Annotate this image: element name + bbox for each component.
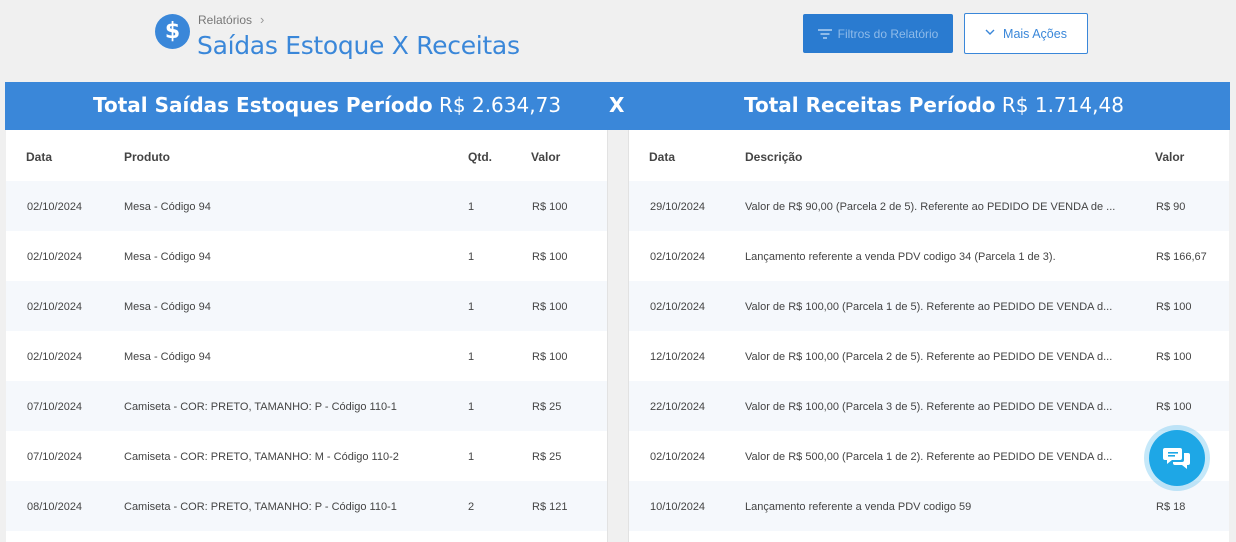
cell-description: Valor de R$ 100,00 (Parcela 3 de 5). Ref… bbox=[745, 401, 1113, 413]
cell-description: Valor de R$ 100,00 (Parcela 2 de 5). Ref… bbox=[745, 351, 1113, 363]
breadcrumb-link-reports[interactable]: Relatórios bbox=[198, 13, 252, 27]
cell-date: 08/10/2024 bbox=[27, 501, 83, 513]
cell-qty: 1 bbox=[468, 301, 475, 313]
cell-value: R$ 25 bbox=[532, 401, 562, 413]
table-row[interactable]: 07/10/2024 Camiseta - COR: PRETO, TAMANHO… bbox=[6, 381, 607, 431]
table-row[interactable]: 02/10/2024 Valor de R$ 500,00 (Parcela 1 … bbox=[629, 431, 1229, 481]
revenue-total: Total Receitas Período R$ 1.714,48 bbox=[744, 93, 1124, 117]
cell-value: R$ 100 bbox=[532, 201, 568, 213]
cell-value: R$ 90 bbox=[1156, 201, 1186, 213]
column-header-value[interactable]: Valor bbox=[531, 150, 560, 164]
column-header-date[interactable]: Data bbox=[26, 150, 52, 164]
column-header-description[interactable]: Descrição bbox=[745, 150, 802, 164]
chevron-down-icon bbox=[985, 28, 995, 39]
revenue-total-label: Total Receitas Período bbox=[744, 93, 996, 117]
table-row[interactable]: 02/10/2024 Lançamento referente a venda P… bbox=[629, 231, 1229, 281]
cell-value: R$ 100 bbox=[532, 301, 568, 313]
cell-product: Mesa - Código 94 bbox=[124, 201, 211, 213]
cell-date: 02/10/2024 bbox=[650, 451, 706, 463]
cell-date: 07/10/2024 bbox=[27, 401, 83, 413]
table-row[interactable]: 29/10/2024 Valor de R$ 90,00 (Parcela 2 d… bbox=[629, 181, 1229, 231]
page-header: $ Relatórios › Saídas Estoque X Receitas… bbox=[0, 0, 1236, 82]
cell-description: Lançamento referente a venda PDV codigo … bbox=[745, 251, 1056, 263]
cell-date: 10/10/2024 bbox=[650, 501, 706, 513]
cell-date: 02/10/2024 bbox=[27, 201, 83, 213]
report-filters-label: Filtros do Relatório bbox=[837, 26, 939, 41]
chevron-right-icon: › bbox=[260, 12, 265, 27]
cell-date: 02/10/2024 bbox=[27, 351, 83, 363]
cell-value: R$ 25 bbox=[532, 451, 562, 463]
page-title: Saídas Estoque X Receitas bbox=[197, 31, 520, 60]
cell-qty: 1 bbox=[468, 251, 475, 263]
stock-total-amount: R$ 2.634,73 bbox=[439, 93, 562, 117]
cell-date: 02/10/2024 bbox=[27, 301, 83, 313]
stock-total: Total Saídas Estoques Período R$ 2.634,7… bbox=[93, 93, 561, 117]
cell-qty: 1 bbox=[468, 401, 475, 413]
chat-icon bbox=[1149, 430, 1205, 486]
table-row[interactable]: 02/10/2024 Mesa - Código 94 1 R$ 100 bbox=[6, 281, 607, 331]
cell-value: R$ 121 bbox=[532, 501, 568, 513]
revenues-table: Data Descrição Valor 29/10/2024 Valor de … bbox=[629, 130, 1229, 542]
column-header-date[interactable]: Data bbox=[649, 150, 675, 164]
cell-date: 29/10/2024 bbox=[650, 201, 706, 213]
table-row[interactable]: 02/10/2024 Valor de R$ 100,00 (Parcela 1 … bbox=[629, 281, 1229, 331]
report-filters-button[interactable]: Filtros do Relatório bbox=[803, 14, 953, 53]
cell-date: 22/10/2024 bbox=[650, 401, 706, 413]
cell-date: 02/10/2024 bbox=[27, 251, 83, 263]
column-header-value[interactable]: Valor bbox=[1155, 150, 1184, 164]
cell-qty: 1 bbox=[468, 201, 475, 213]
cell-qty: 2 bbox=[468, 501, 475, 513]
cell-date: 12/10/2024 bbox=[650, 351, 706, 363]
stock-exits-table: Data Produto Qtd. Valor 02/10/2024 Mesa -… bbox=[6, 130, 607, 542]
table-row[interactable]: 07/10/2024 Camiseta - COR: PRETO, TAMANHO… bbox=[6, 431, 607, 481]
cell-value: R$ 100 bbox=[532, 251, 568, 263]
chat-button[interactable] bbox=[1144, 425, 1210, 491]
cell-product: Mesa - Código 94 bbox=[124, 301, 211, 313]
more-actions-button[interactable]: Mais Ações bbox=[964, 13, 1088, 54]
more-actions-label: Mais Ações bbox=[1003, 26, 1067, 41]
versus-separator: X bbox=[609, 93, 625, 117]
revenue-total-amount: R$ 1.714,48 bbox=[1001, 93, 1124, 117]
table-row[interactable]: 02/10/2024 Mesa - Código 94 1 R$ 100 bbox=[6, 181, 607, 231]
column-header-qty[interactable]: Qtd. bbox=[468, 150, 492, 164]
cell-description: Valor de R$ 500,00 (Parcela 1 de 2). Ref… bbox=[745, 451, 1113, 463]
stock-total-label: Total Saídas Estoques Período bbox=[93, 93, 433, 117]
table-header: Data Descrição Valor bbox=[629, 130, 1229, 181]
cell-product: Mesa - Código 94 bbox=[124, 251, 211, 263]
dollar-icon: $ bbox=[155, 14, 190, 49]
cell-value: R$ 166,67 bbox=[1156, 251, 1207, 263]
cell-value: R$ 100 bbox=[1156, 351, 1192, 363]
table-row[interactable]: 02/10/2024 Mesa - Código 94 1 R$ 100 bbox=[6, 231, 607, 281]
totals-banner: Total Saídas Estoques Período R$ 2.634,7… bbox=[5, 82, 1230, 130]
cell-product: Camiseta - COR: PRETO, TAMANHO: P - Códi… bbox=[124, 501, 397, 513]
cell-date: 07/10/2024 bbox=[27, 451, 83, 463]
cell-value: R$ 18 bbox=[1156, 501, 1186, 513]
cell-description: Valor de R$ 90,00 (Parcela 2 de 5). Refe… bbox=[745, 201, 1116, 213]
cell-product: Mesa - Código 94 bbox=[124, 351, 211, 363]
table-row[interactable]: 12/10/2024 Valor de R$ 100,00 (Parcela 2 … bbox=[629, 331, 1229, 381]
cell-date: 02/10/2024 bbox=[650, 251, 706, 263]
cell-value: R$ 100 bbox=[1156, 401, 1192, 413]
filter-icon bbox=[817, 28, 832, 39]
cell-date: 02/10/2024 bbox=[650, 301, 706, 313]
cell-qty: 1 bbox=[468, 451, 475, 463]
table-row[interactable]: 08/10/2024 Camiseta - COR: PRETO, TAMANHO… bbox=[6, 481, 607, 531]
cell-value: R$ 100 bbox=[1156, 301, 1192, 313]
table-row[interactable]: 22/10/2024 Valor de R$ 100,00 (Parcela 3 … bbox=[629, 381, 1229, 431]
table-header: Data Produto Qtd. Valor bbox=[6, 130, 607, 181]
cell-product: Camiseta - COR: PRETO, TAMANHO: M - Códi… bbox=[124, 451, 399, 463]
cell-qty: 1 bbox=[468, 351, 475, 363]
cell-product: Camiseta - COR: PRETO, TAMANHO: P - Códi… bbox=[124, 401, 397, 413]
table-row[interactable]: 02/10/2024 Mesa - Código 94 1 R$ 100 bbox=[6, 331, 607, 381]
panel-divider bbox=[607, 130, 629, 542]
table-row[interactable]: 10/10/2024 Lançamento referente a venda P… bbox=[629, 481, 1229, 531]
column-header-product[interactable]: Produto bbox=[124, 150, 170, 164]
cell-description: Lançamento referente a venda PDV codigo … bbox=[745, 501, 972, 513]
cell-value: R$ 100 bbox=[532, 351, 568, 363]
breadcrumb: Relatórios › bbox=[198, 12, 264, 27]
cell-description: Valor de R$ 100,00 (Parcela 1 de 5). Ref… bbox=[745, 301, 1113, 313]
